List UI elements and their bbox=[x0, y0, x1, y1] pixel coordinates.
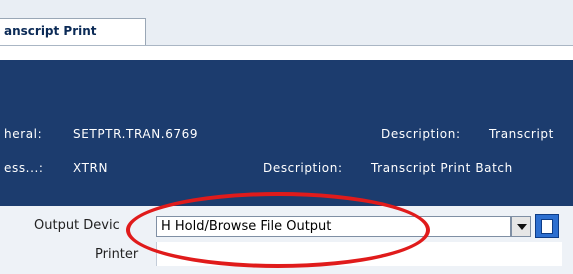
printer-label: Printer bbox=[95, 247, 139, 262]
description-value: Transcript Print Batch bbox=[371, 161, 513, 175]
chevron-down-icon[interactable] bbox=[511, 216, 531, 237]
highlight-ellipse bbox=[126, 192, 430, 268]
description-label: Description: bbox=[263, 161, 343, 175]
description-value: Transcript bbox=[489, 127, 554, 141]
process-value: XTRN bbox=[73, 161, 109, 175]
header-panel: heral: SETPTR.TRAN.6769 Description: Tra… bbox=[0, 60, 573, 206]
lookup-icon-inner bbox=[541, 219, 553, 234]
description-label: Description: bbox=[381, 127, 461, 141]
tab-label: anscript Print bbox=[4, 24, 97, 38]
output-device-label: Output Devic bbox=[34, 218, 120, 233]
peripheral-value: SETPTR.TRAN.6769 bbox=[73, 127, 199, 141]
peripheral-label: heral: bbox=[4, 127, 43, 141]
tab-transcript-print[interactable]: anscript Print bbox=[0, 18, 146, 46]
process-label: ess...: bbox=[4, 161, 44, 175]
tab-divider bbox=[0, 45, 573, 46]
tab-strip: anscript Print bbox=[0, 0, 573, 46]
lookup-icon[interactable] bbox=[535, 214, 559, 238]
